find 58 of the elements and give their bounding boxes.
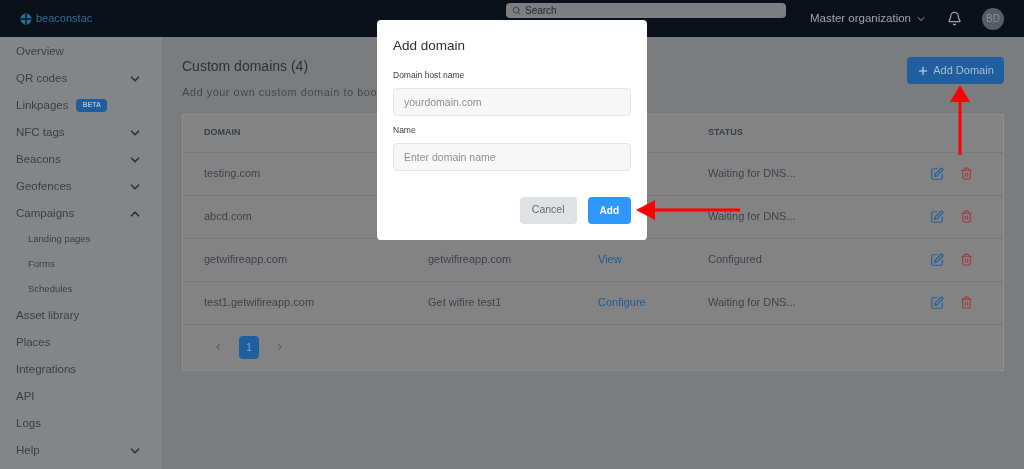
sidebar-item[interactable]: Overview (16, 42, 64, 61)
field-label: Domain host name (393, 69, 466, 82)
dialog-title: Add domain (393, 37, 467, 55)
sidebar-item[interactable]: API (16, 387, 35, 406)
sidebar-subitem[interactable]: Forms (28, 257, 55, 272)
sidebar-item[interactable]: NFC tags (16, 123, 65, 142)
edit-icon[interactable] (930, 166, 944, 181)
page-button[interactable]: 1 (239, 335, 259, 359)
text-field[interactable]: yourdomain.com (393, 88, 631, 116)
sidebar-item[interactable]: Help (16, 441, 40, 460)
edit-icon[interactable] (930, 295, 944, 310)
sidebar-item[interactable]: Asset library (16, 306, 80, 325)
sidebar-item[interactable]: Linkpages (16, 96, 69, 115)
bell-icon[interactable] (947, 11, 962, 26)
next-page-icon[interactable] (275, 342, 285, 352)
trash-icon[interactable] (960, 252, 973, 266)
table-cell-text: testing.com (203, 166, 262, 182)
sidebar-subitem[interactable]: Landing pages (28, 232, 91, 247)
add-button[interactable]: Add (587, 196, 631, 224)
sidebar-item[interactable]: QR codes (16, 69, 68, 88)
organization-dropdown[interactable]: Master organization (810, 9, 927, 28)
trash-icon[interactable] (960, 166, 973, 180)
sidebar-item[interactable]: Logs (16, 414, 41, 433)
table-cell-text: Waiting for DNS... (708, 295, 797, 311)
trash-icon[interactable] (960, 209, 973, 223)
trash-icon[interactable] (960, 295, 973, 309)
sidebar-item[interactable]: Places (16, 333, 51, 352)
link[interactable]: View (598, 253, 622, 266)
cancel-button[interactable]: Cancel (519, 196, 577, 224)
table-cell: Get wifire test1 (428, 296, 502, 309)
edit-icon[interactable] (930, 252, 944, 267)
page-title: Custom domains (4) (182, 57, 310, 76)
link[interactable]: Configure (598, 296, 646, 309)
table-cell-text: abcd.com (203, 209, 253, 225)
table-cell: getwifireapp.com (428, 253, 512, 266)
add-domain-button[interactable]: Add Domain (907, 57, 1004, 84)
sidebar-subitem[interactable]: Schedules (28, 282, 73, 297)
table-cell-text: getwifireapp.com (203, 252, 289, 268)
field-label: Name (393, 124, 417, 137)
previous-page-icon[interactable] (213, 342, 223, 352)
logo-text: beaconstac (36, 11, 93, 27)
plus-icon (917, 64, 930, 77)
table-cell-text: Waiting for DNS... (708, 209, 797, 225)
sidebar-item[interactable]: Geofences (16, 177, 72, 196)
sidebar-item[interactable]: Beacons (16, 150, 61, 169)
logo-icon (20, 12, 32, 25)
column-header: DOMAIN (204, 127, 241, 138)
search-icon (512, 6, 521, 15)
column-header: STATUS (708, 127, 743, 138)
sidebar-item[interactable]: Integrations (16, 360, 77, 379)
edit-icon[interactable] (930, 209, 944, 224)
sidebar-item[interactable]: Campaigns (16, 204, 75, 223)
search-field[interactable]: Search (506, 3, 786, 18)
table-cell-text: Waiting for DNS... (708, 166, 797, 182)
table-cell-text: test1.getwifireapp.com (203, 295, 316, 311)
arrow-drawing (950, 85, 970, 155)
table-cell-text: Configured (708, 252, 763, 268)
text-field[interactable]: Enter domain name (393, 142, 631, 171)
